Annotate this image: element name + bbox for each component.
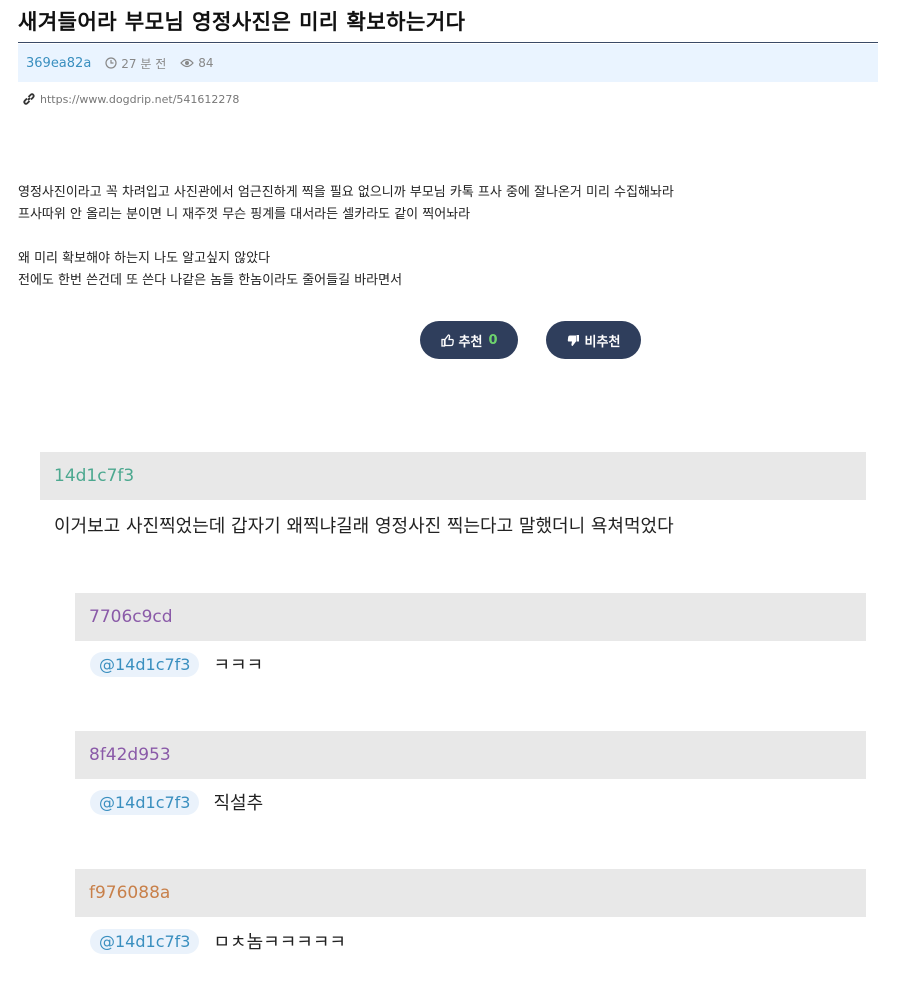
- reply-header: f976088a: [75, 869, 866, 917]
- post-time: 27 분 전: [105, 55, 166, 72]
- thumbs-up-icon: [440, 333, 454, 347]
- post-views-count: 84: [198, 56, 214, 70]
- post-body-line: 전에도 한번 쓴건데 또 쓴다 나같은 놈들 한놈이라도 줄어들길 바라면서: [18, 273, 403, 288]
- reply-text-row: @14d1c7f3 ㅁㅊ놈ㅋㅋㅋㅋㅋ: [90, 926, 346, 956]
- reply-author[interactable]: 7706c9cd: [89, 607, 173, 627]
- reply-text: ㅁㅊ놈ㅋㅋㅋㅋㅋ: [213, 932, 346, 953]
- comment-text: 이거보고 사진찍었는데 갑자기 왜찍냐길래 영정사진 찍는다고 말했더니 욕쳐먹…: [54, 516, 674, 537]
- reply-mention[interactable]: @14d1c7f3: [90, 789, 200, 815]
- reply-text: ㅋㅋㅋ: [213, 655, 264, 676]
- post-url[interactable]: https://www.dogdrip.net/541612278: [40, 93, 239, 106]
- post-author[interactable]: 369ea82a: [26, 56, 91, 71]
- reply-author[interactable]: 8f42d953: [89, 745, 171, 765]
- upvote-label: 추천: [458, 334, 483, 350]
- link-icon: [23, 93, 35, 105]
- downvote-button[interactable]: 비추천: [546, 321, 641, 359]
- post-body-line: 영정사진이라고 꼭 차려입고 사진관에서 엄근진하게 찍을 필요 없으니까 부모…: [18, 185, 674, 200]
- reply-header: 7706c9cd: [75, 593, 866, 641]
- post-title: 새겨들어라 부모님 영정사진은 미리 확보하는거다: [18, 10, 466, 34]
- title-divider: [18, 42, 878, 43]
- upvote-count: 0: [488, 332, 498, 348]
- post-views: 84: [180, 56, 214, 70]
- thumbs-down-icon: [567, 334, 579, 346]
- post-body-line: 왜 미리 확보해야 하는지 나도 알고싶지 않았다: [18, 251, 271, 266]
- reply-text-row: @14d1c7f3 직설추: [90, 787, 263, 817]
- post-meta-bar: 369ea82a 27 분 전 84: [18, 44, 878, 82]
- post-body-spacer: [18, 226, 888, 248]
- reply-mention[interactable]: @14d1c7f3: [90, 928, 200, 954]
- comment-text-row: 이거보고 사진찍었는데 갑자기 왜찍냐길래 영정사진 찍는다고 말했더니 욕쳐먹…: [54, 512, 674, 538]
- post-time-text: 27 분 전: [121, 56, 167, 71]
- reply-header: 8f42d953: [75, 731, 866, 779]
- comment-author[interactable]: 14d1c7f3: [54, 466, 134, 486]
- reply-author[interactable]: f976088a: [89, 883, 170, 903]
- clock-icon: [105, 57, 117, 69]
- reply-mention[interactable]: @14d1c7f3: [90, 651, 200, 677]
- downvote-label: 비추천: [584, 334, 621, 350]
- upvote-button[interactable]: 추천 0: [420, 321, 518, 359]
- reply-text: 직설추: [213, 793, 264, 814]
- reply-text-row: @14d1c7f3 ㅋㅋㅋ: [90, 649, 263, 679]
- post-link[interactable]: https://www.dogdrip.net/541612278: [22, 92, 239, 106]
- post-body: 영정사진이라고 꼭 차려입고 사진관에서 엄근진하게 찍을 필요 없으니까 부모…: [18, 182, 888, 292]
- comment-header: 14d1c7f3: [40, 452, 866, 500]
- post-body-line: 프사따위 안 올리는 분이면 니 재주껏 무슨 핑계를 대서라든 셀카라도 같이…: [18, 207, 471, 222]
- eye-icon: [180, 58, 195, 68]
